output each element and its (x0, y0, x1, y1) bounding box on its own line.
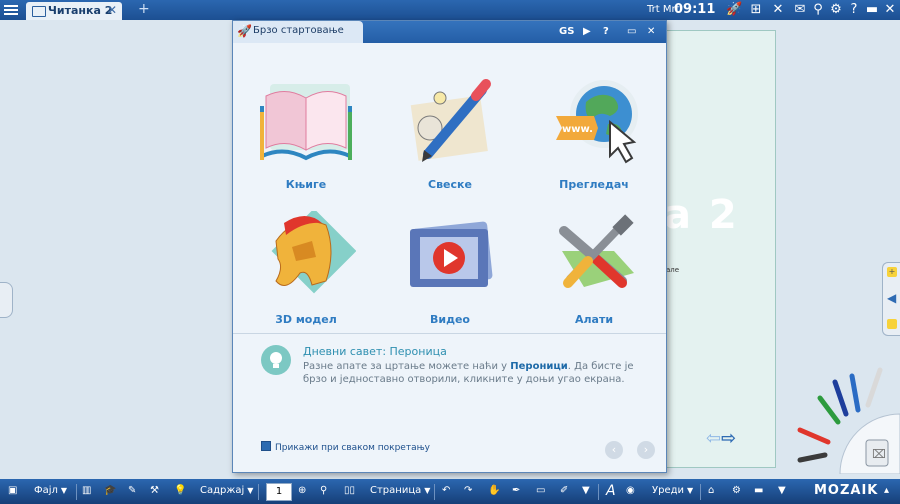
camera-icon[interactable]: ▶ (583, 24, 591, 40)
tab-book[interactable]: Читанка 2 ✕ (26, 2, 122, 20)
lightbulb-icon (261, 345, 291, 375)
video-label: Видео (430, 313, 470, 326)
separator (258, 484, 259, 500)
hammer-icon[interactable]: ⚒ (150, 483, 159, 499)
pencil-case-icon[interactable]: ⌧ (780, 360, 900, 474)
3d-model-label: 3D модел (275, 313, 337, 326)
3d-model-icon (271, 208, 357, 294)
separator (76, 484, 77, 500)
gear-icon[interactable]: ⚙ (732, 483, 741, 499)
dropdown-caret-icon[interactable]: ▼ (582, 483, 590, 499)
zoom-in-icon[interactable]: ⊕ (298, 483, 306, 499)
undo-icon[interactable]: ↶ (442, 483, 450, 499)
expand-icon[interactable]: ▴ (884, 483, 889, 499)
file-menu[interactable]: Фајл ▼ (34, 483, 67, 499)
checkbox-box[interactable] (261, 441, 271, 451)
notes-icon[interactable]: ✎ (128, 483, 136, 499)
browser-icon: www. (556, 80, 638, 164)
tip-text: Разне апате за цртање можете наћи у Перо… (303, 361, 634, 385)
add-tab-button[interactable]: + (138, 1, 150, 17)
home-icon[interactable]: ⌂ (708, 483, 714, 499)
lightbulb-icon[interactable]: 💡 (174, 483, 186, 499)
dropdown-caret-icon[interactable]: ▼ (778, 483, 786, 499)
dialog-title-tab: 🚀 Брзо стартовање (233, 21, 363, 43)
tools-label: Алати (574, 313, 614, 326)
pen-icon[interactable]: ✒ (512, 483, 520, 499)
tip-link[interactable]: Пероници (510, 361, 568, 372)
books-icon (260, 84, 352, 161)
mozaik-logo: MOZAIK (814, 483, 879, 498)
right-panel-handle[interactable]: + ◀ (882, 262, 900, 336)
notebooks-label: Свеске (428, 178, 472, 191)
svg-text:www.: www. (562, 124, 593, 135)
search-icon[interactable]: ⚲ (810, 2, 826, 18)
close-icon[interactable]: ✕ (882, 2, 898, 18)
dialog-header: 🚀 Брзо стартовање GS ▶ ? ▭ ✕ (233, 21, 666, 43)
column-icon[interactable]: ▥ (82, 483, 91, 499)
help-icon[interactable]: ? (846, 2, 862, 18)
redo-icon[interactable]: ↷ (464, 483, 472, 499)
page-text-fragment: але (666, 266, 680, 274)
two-page-icon[interactable]: ▯▯ (344, 483, 355, 499)
rocket-icon[interactable]: 🚀 (726, 2, 742, 18)
video-item[interactable]: Видео (385, 211, 515, 326)
tab-label: Читанка 2 (48, 4, 113, 17)
next-tip-button[interactable]: › (637, 441, 655, 459)
browser-item[interactable]: www. Прегледач (529, 76, 659, 191)
main-menu-icon[interactable] (4, 3, 18, 17)
page-menu[interactable]: Страница ▼ (370, 483, 430, 499)
svg-text:⌧: ⌧ (872, 447, 886, 461)
video-icon (410, 221, 493, 287)
file-icon[interactable]: ▣ (8, 483, 17, 499)
browser-label: Прегледач (559, 178, 629, 191)
zoom-icon[interactable]: ⚲ (320, 483, 327, 499)
collapse-icon[interactable]: ✕ (770, 2, 786, 18)
dialog-divider (233, 333, 666, 334)
content-menu[interactable]: Садржај ▼ (200, 483, 253, 499)
clipboard-icon[interactable] (887, 319, 897, 329)
help-icon[interactable]: ? (603, 24, 609, 40)
dialog-title: Брзо стартовање (253, 25, 344, 36)
display-icon[interactable]: ▬ (754, 483, 763, 499)
clock: 09:11 (674, 2, 716, 17)
left-panel-handle[interactable] (0, 282, 13, 318)
marker-icon[interactable]: ✐ (560, 483, 568, 499)
tab-close-icon[interactable]: ✕ (107, 3, 117, 17)
prev-tip-button[interactable]: ‹ (605, 441, 623, 459)
add-note-icon[interactable]: + (887, 267, 897, 277)
separator (434, 484, 435, 500)
settings-icon[interactable]: ⚙ (828, 2, 844, 18)
devices-menu[interactable]: Уреди ▼ (652, 483, 693, 499)
book-icon (32, 6, 46, 17)
gs-button[interactable]: GS (559, 24, 574, 40)
page-nav-arrows[interactable]: ⇦⇨ (706, 428, 736, 449)
books-label: Књиге (285, 178, 327, 191)
separator (700, 484, 701, 500)
minimize-icon[interactable]: ▬ (864, 2, 880, 18)
graduate-icon[interactable]: 🎓 (104, 483, 116, 499)
chevron-left-icon[interactable]: ◀ (887, 291, 896, 305)
mail-icon[interactable]: ✉ (792, 2, 808, 18)
3d-model-item[interactable]: 3D модел (241, 208, 371, 326)
top-bar: Читанка 2 ✕ + Trt Mrt 09:11 🚀 ⊞ ✕ ✉ ⚲ ⚙ … (0, 0, 900, 20)
page-title-fragment: a 2 (664, 192, 739, 238)
hand-icon[interactable]: ✋ (488, 483, 500, 499)
tools-item[interactable]: Алати (529, 211, 659, 326)
separator (598, 484, 599, 500)
text-tool-icon[interactable]: A (606, 483, 616, 499)
maximize-icon[interactable]: ▭ (627, 24, 636, 40)
notebooks-icon (410, 79, 491, 162)
tools-icon (559, 214, 634, 288)
tip-title: Дневни савет: Пероница (303, 345, 447, 358)
record-icon[interactable]: ◉ (626, 483, 635, 499)
books-item[interactable]: Књиге (241, 76, 371, 191)
screens-icon[interactable]: ⊞ (748, 2, 764, 18)
dialog-close-icon[interactable]: ✕ (647, 24, 655, 40)
quick-start-dialog: 🚀 Брзо стартовање GS ▶ ? ▭ ✕ Књиге Свеск (232, 20, 667, 473)
notebooks-item[interactable]: Свеске (385, 76, 515, 191)
rocket-icon: 🚀 (237, 24, 252, 38)
page-number-field[interactable]: 1 (266, 483, 292, 501)
show-on-start-checkbox[interactable]: Прикажи при сваком покретању (261, 441, 430, 453)
eraser-icon[interactable]: ▭ (536, 483, 545, 499)
